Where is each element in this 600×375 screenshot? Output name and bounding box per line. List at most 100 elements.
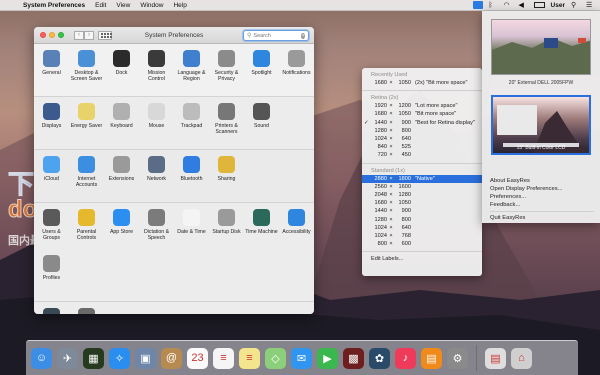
pref-pane-nlc[interactable]: Network Link Conditioner: [69, 306, 104, 314]
pref-pane-general[interactable]: General: [34, 48, 69, 94]
resolution-item[interactable]: 1920 × 1200 "Lot more space": [362, 102, 482, 110]
times-separator: ×: [389, 208, 393, 215]
menu-app-name[interactable]: System Preferences: [18, 2, 90, 9]
pref-pane-security[interactable]: Security & Privacy: [209, 48, 244, 94]
pref-pane-spotlight[interactable]: Spotlight: [244, 48, 279, 94]
resolution-item[interactable]: 2880 × 1800 "Native": [362, 174, 482, 183]
pref-pane-sharing[interactable]: Sharing: [209, 154, 244, 200]
resolution-item[interactable]: 1280 × 800: [362, 215, 482, 223]
resolution-item[interactable]: 1024 × 640: [362, 135, 482, 143]
maps-icon[interactable]: ◇: [265, 347, 286, 369]
notes-icon[interactable]: ≡: [239, 347, 260, 369]
contacts-icon[interactable]: @: [161, 347, 182, 369]
minimize-window-button[interactable]: [49, 32, 55, 38]
pref-pane-keyboard[interactable]: Keyboard: [104, 101, 139, 147]
pref-pane-mission-control[interactable]: Mission Control: [139, 48, 174, 94]
resolution-item[interactable]: 1280 × 800: [362, 127, 482, 135]
pref-pane-printer[interactable]: Printers & Scanners: [209, 101, 244, 147]
mission-control-icon[interactable]: ▦: [83, 347, 104, 369]
search-input[interactable]: [253, 32, 302, 39]
resolution-item[interactable]: 1024 × 640: [362, 224, 482, 232]
facetime-icon[interactable]: ▶: [317, 347, 338, 369]
open-display-prefs-item[interactable]: Open Display Preferences...: [490, 185, 594, 193]
pref-pane-users[interactable]: Users & Groups: [34, 207, 69, 253]
reminders-icon[interactable]: ≡: [213, 347, 234, 369]
volume-status-icon[interactable]: ◀: [519, 2, 528, 9]
pref-pane-bluetooth[interactable]: Bluetooth: [174, 154, 209, 200]
pref-pane-displays[interactable]: Displays: [34, 101, 69, 147]
menu-edit[interactable]: Edit: [90, 2, 111, 9]
clear-search-icon[interactable]: ×: [301, 32, 305, 39]
resolution-item[interactable]: 840 × 525: [362, 143, 482, 151]
launchpad-icon[interactable]: ✈: [57, 347, 78, 369]
forward-button[interactable]: ›: [84, 30, 94, 40]
resolution-item[interactable]: 720 × 450: [362, 151, 482, 159]
pref-pane-gpg[interactable]: GPGPreferences: [34, 306, 69, 314]
pref-pane-accessibility[interactable]: Accessibility: [279, 207, 314, 253]
resolution-item[interactable]: 1680 × 1050 (2x) "Bit more space": [362, 79, 482, 87]
pref-pane-extensions[interactable]: Extensions: [104, 154, 139, 200]
search-field[interactable]: ⚲ ×: [243, 30, 309, 41]
show-all-button[interactable]: [98, 30, 112, 40]
battery-status-icon[interactable]: [533, 2, 545, 8]
resolution-item[interactable]: 2560 × 1600: [362, 183, 482, 191]
photobooth-icon[interactable]: ▩: [343, 347, 364, 369]
pref-pane-energy[interactable]: Energy Saver: [69, 101, 104, 147]
trash-icon[interactable]: ⌂: [511, 347, 532, 369]
finder-icon[interactable]: ☺: [31, 347, 52, 369]
resolution-item[interactable]: 800 × 600: [362, 240, 482, 248]
pref-pane-appstore[interactable]: App Store: [104, 207, 139, 253]
pref-pane-icloud[interactable]: iCloud: [34, 154, 69, 200]
pref-pane-network[interactable]: Network: [139, 154, 174, 200]
pref-pane-internet-accounts[interactable]: Internet Accounts: [69, 154, 104, 200]
pref-pane-profiles[interactable]: Profiles: [34, 253, 69, 299]
ibooks-icon[interactable]: ▤: [421, 347, 442, 369]
user-menu[interactable]: User: [551, 2, 565, 9]
itunes-icon[interactable]: ♪: [395, 347, 416, 369]
pref-pane-trackpad[interactable]: Trackpad: [174, 101, 209, 147]
builtin-display-thumbnail[interactable]: 15" Built-in Color LCD: [491, 95, 591, 155]
safari-icon[interactable]: ✧: [109, 347, 130, 369]
system-preferences-icon[interactable]: ⚙: [447, 347, 468, 369]
documents-icon[interactable]: ▤: [485, 347, 506, 369]
notification-center-icon[interactable]: ☰: [586, 2, 595, 9]
pref-pane-dictation[interactable]: Dictation & Speech: [139, 207, 174, 253]
feedback-item[interactable]: Feedback...: [490, 201, 594, 209]
back-button[interactable]: ‹: [74, 30, 84, 40]
menu-window[interactable]: Window: [135, 2, 168, 9]
pref-pane-startup[interactable]: Startup Disk: [209, 207, 244, 253]
pref-pane-desktop[interactable]: Desktop & Screen Saver: [69, 48, 104, 94]
preferences-item[interactable]: Preferences...: [490, 193, 594, 201]
pref-pane-dock[interactable]: Dock: [104, 48, 139, 94]
edit-labels-item[interactable]: Edit Labels...: [362, 255, 482, 263]
pref-pane-notifications[interactable]: Notifications: [279, 48, 314, 94]
messages-icon[interactable]: ✉: [291, 347, 312, 369]
external-display-thumbnail[interactable]: [491, 19, 591, 75]
resolution-item[interactable]: 1680 × 1050: [362, 199, 482, 207]
pref-pane-timemachine[interactable]: Time Machine: [244, 207, 279, 253]
resolution-item[interactable]: 1440 × 900: [362, 207, 482, 215]
easyres-menu-icon[interactable]: [472, 1, 483, 9]
preview-icon[interactable]: ▣: [135, 347, 156, 369]
menu-help[interactable]: Help: [168, 2, 191, 9]
close-window-button[interactable]: [40, 32, 46, 38]
about-easyres-item[interactable]: About EasyRes: [490, 177, 594, 185]
pref-pane-datetime[interactable]: Date & Time: [174, 207, 209, 253]
resolution-item[interactable]: 1024 × 768: [362, 232, 482, 240]
zoom-window-button[interactable]: [58, 32, 64, 38]
times-separator: ×: [389, 152, 393, 159]
pref-pane-language[interactable]: Language & Region: [174, 48, 209, 94]
pref-pane-parental[interactable]: Parental Controls: [69, 207, 104, 253]
resolution-item[interactable]: 1680 × 1050 "Bit more space": [362, 110, 482, 118]
pref-pane-mouse[interactable]: Mouse: [139, 101, 174, 147]
spotlight-status-icon[interactable]: ⚲: [571, 2, 580, 9]
pref-pane-sound[interactable]: Sound: [244, 101, 279, 147]
wifi-status-icon[interactable]: ◠: [504, 2, 513, 9]
calendar-icon[interactable]: 23: [187, 347, 208, 369]
iphoto-icon[interactable]: ✿: [369, 347, 390, 369]
quit-easyres-item[interactable]: Quit EasyRes: [490, 214, 594, 222]
bluetooth-status-icon[interactable]: ᛒ: [489, 2, 498, 9]
resolution-item[interactable]: 2048 × 1280: [362, 191, 482, 199]
menu-view[interactable]: View: [111, 2, 135, 9]
resolution-item[interactable]: ✓ 1440 × 900 "Best for Retina display": [362, 119, 482, 127]
